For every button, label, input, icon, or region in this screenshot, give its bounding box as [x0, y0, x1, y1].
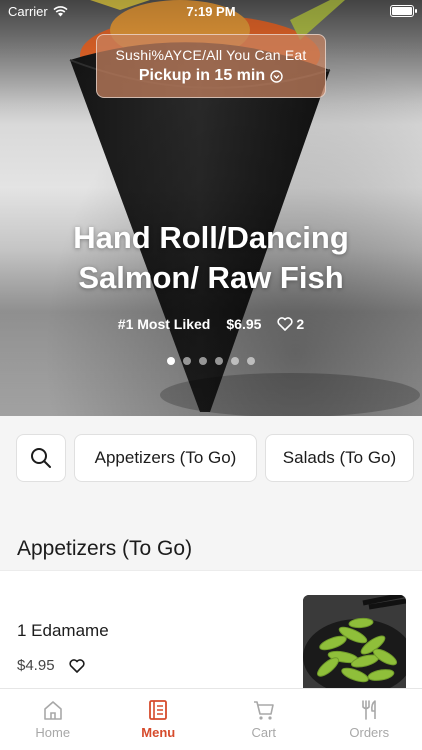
home-icon — [43, 701, 62, 720]
tab-label: Menu — [141, 725, 176, 740]
orders-icon — [362, 700, 377, 720]
carousel-dots[interactable] — [0, 357, 422, 365]
featured-likes[interactable]: 2 — [277, 316, 304, 332]
menu-icon — [149, 700, 168, 720]
hero-banner[interactable]: Carrier 7:19 PM Sushi%AYCE/All You Can E… — [0, 0, 422, 416]
menu-item-price: $4.95 — [17, 657, 55, 674]
section-title: Appetizers (To Go) — [17, 537, 193, 560]
pickup-selector[interactable]: Sushi%AYCE/All You Can Eat Pickup in 15 … — [96, 34, 326, 98]
featured-likes-count: 2 — [296, 316, 305, 332]
tab-label: Home — [35, 725, 71, 740]
cart-icon — [253, 701, 274, 720]
tab-orders[interactable]: Orders — [317, 689, 422, 750]
category-label: Salads (To Go) — [282, 448, 397, 467]
carousel-dot[interactable] — [167, 357, 175, 365]
featured-price: $6.95 — [226, 316, 262, 332]
heart-icon — [277, 317, 293, 331]
pickup-time: Pickup in 15 min — [138, 67, 266, 84]
carousel-dot[interactable] — [215, 357, 223, 365]
menu-item-name: 1 Edamame — [17, 621, 109, 640]
store-name: Sushi%AYCE/All You Can Eat — [115, 47, 307, 63]
tab-cart[interactable]: Cart — [211, 689, 317, 750]
carousel-dot[interactable] — [231, 357, 239, 365]
search-icon — [31, 448, 51, 468]
tab-bar: Home Menu Cart Orders — [0, 688, 422, 750]
clock: 7:19 PM — [186, 4, 236, 19]
tab-label: Cart — [251, 725, 277, 740]
tab-menu[interactable]: Menu — [106, 689, 212, 750]
featured-item-title: Hand Roll/Dancing Salmon/ Raw Fish — [73, 220, 349, 295]
carousel-dot[interactable] — [247, 357, 255, 365]
category-bar: Appetizers (To Go) Salads (To Go) — [0, 416, 422, 498]
search-button[interactable] — [16, 434, 66, 482]
category-salads[interactable]: Salads (To Go) — [265, 434, 414, 482]
tab-home[interactable]: Home — [0, 689, 106, 750]
tab-label: Orders — [349, 725, 390, 740]
carousel-dot[interactable] — [183, 357, 191, 365]
menu-item-photo — [303, 595, 406, 691]
chevron-down-circle-icon — [270, 69, 283, 83]
category-appetizers[interactable]: Appetizers (To Go) — [74, 434, 257, 482]
carousel-dot[interactable] — [199, 357, 207, 365]
featured-rank: #1 Most Liked — [117, 316, 211, 332]
featured-item-meta: #1 Most Liked $6.95 2 — [0, 316, 422, 332]
menu-item[interactable]: 1 Edamame $4.95 — [0, 570, 422, 691]
status-bar: Carrier 7:19 PM — [0, 0, 422, 22]
battery-icon — [390, 5, 417, 17]
category-label: Appetizers (To Go) — [94, 448, 237, 467]
heart-icon[interactable] — [68, 658, 85, 673]
